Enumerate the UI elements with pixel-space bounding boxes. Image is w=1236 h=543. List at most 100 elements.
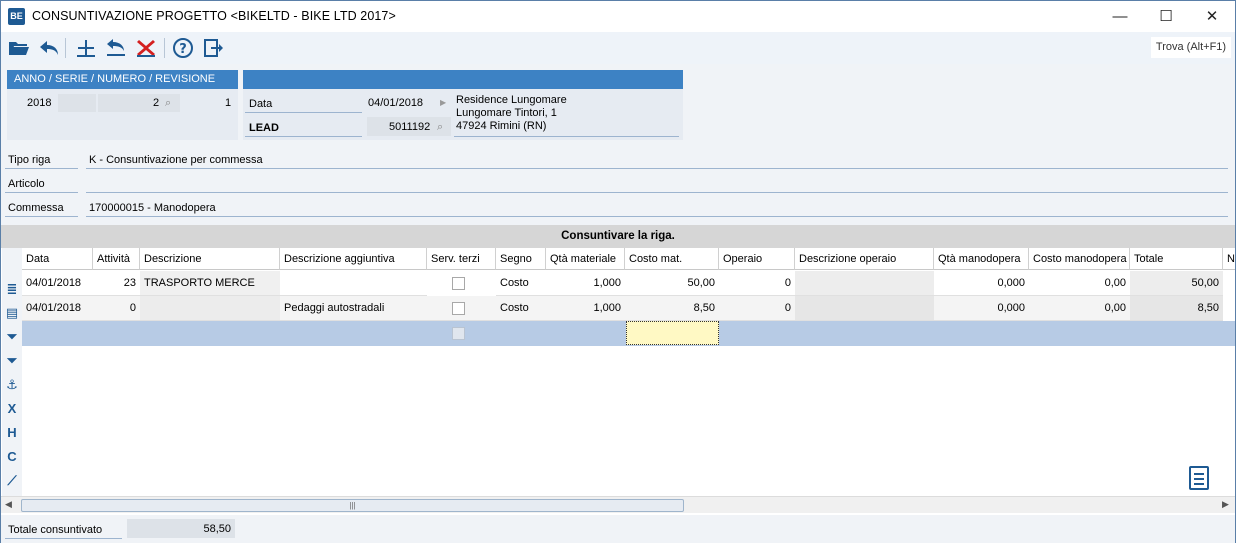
filter-add-icon[interactable]: ⏷ (4, 329, 20, 345)
cell-qta-manodopera[interactable]: 0,000 (934, 296, 1029, 321)
horizontal-scrollbar[interactable]: ◀ ||| ▶ (1, 496, 1235, 513)
serie-field[interactable] (58, 94, 96, 112)
toolbar-separator (164, 38, 165, 58)
list-line (1194, 483, 1204, 485)
cell-operaio[interactable]: 0 (719, 296, 795, 321)
lead-underline (245, 136, 362, 137)
cell-qta-materiale[interactable]: 1,000 (546, 271, 625, 296)
col-header-qta-manodopera[interactable]: Qtà manodopera (934, 248, 1029, 270)
revert-button[interactable] (103, 36, 129, 60)
field-underline (86, 168, 1228, 169)
details-list-icon[interactable] (1189, 466, 1209, 490)
cell-qta-materiale[interactable]: 1,000 (546, 296, 625, 321)
cell-data[interactable]: 04/01/2018 (22, 271, 93, 296)
close-icon: ✕ (1205, 8, 1219, 25)
field-underline (5, 168, 78, 169)
open-button[interactable] (6, 36, 32, 60)
cell-costo-mat[interactable]: 8,50 (625, 296, 719, 321)
toolbar: ? Trova (Alt+F1) (1, 32, 1235, 64)
delete-button[interactable] (133, 36, 159, 60)
x-icon[interactable]: X (4, 401, 20, 417)
revisione-field[interactable]: 1 (225, 94, 231, 112)
scroll-right-icon[interactable]: ▶ (1222, 499, 1229, 510)
col-header-costo-manodopera[interactable]: Costo manodopera (1029, 248, 1130, 270)
close-button[interactable]: ✕ (1189, 1, 1235, 32)
serv-terzi-checkbox[interactable] (452, 327, 465, 340)
help-button[interactable]: ? (170, 36, 196, 60)
address-block: Residence Lungomare Lungomare Tintori, 1… (456, 94, 567, 133)
commessa-field[interactable]: 170000015 - Manodopera (89, 202, 216, 214)
cell-descrizione-operaio (795, 271, 934, 296)
cell-segno[interactable]: Costo (496, 271, 546, 296)
col-header-descrizione-aggiuntiva[interactable]: Descrizione aggiuntiva (280, 248, 427, 270)
open-folder-icon (9, 42, 29, 55)
minimize-icon: — (1112, 8, 1128, 25)
col-header-totale[interactable]: Totale (1130, 248, 1223, 270)
add-row-button[interactable] (73, 36, 99, 60)
help-icon: ? (173, 38, 193, 58)
cell-data[interactable]: 04/01/2018 (22, 296, 93, 321)
totale-consuntivato-value: 58,50 (203, 523, 231, 535)
search-icon[interactable]: ⌕ (437, 118, 443, 136)
col-header-serv-terzi[interactable]: Serv. terzi (427, 248, 496, 270)
lead-code-value: 5011192 (389, 121, 431, 133)
col-header-n[interactable]: N (1223, 248, 1235, 270)
list-icon[interactable]: ≣ (4, 281, 20, 297)
serv-terzi-checkbox[interactable] (452, 302, 465, 315)
scrollbar-thumb[interactable]: ||| (21, 499, 684, 512)
chart-icon[interactable]: ⟋ (4, 473, 20, 489)
cell-costo-mat[interactable]: 50,00 (625, 271, 719, 296)
minimize-button[interactable]: — (1097, 1, 1143, 32)
cell-attivita[interactable]: 0 (93, 296, 140, 321)
col-header-attivita[interactable]: Attività (93, 248, 140, 270)
list-line (1194, 473, 1204, 475)
footer: Totale consuntivato 58,50 (1, 515, 1235, 543)
col-header-descrizione-operaio[interactable]: Descrizione operaio (795, 248, 934, 270)
cell-operaio[interactable]: 0 (719, 271, 795, 296)
h-icon[interactable]: H (4, 425, 20, 441)
find-button[interactable]: Trova (Alt+F1) (1151, 37, 1231, 58)
field-underline (86, 192, 1228, 193)
col-header-segno[interactable]: Segno (496, 248, 546, 270)
cell-qta-manodopera[interactable]: 0,000 (934, 271, 1029, 296)
c-icon[interactable]: C (4, 449, 20, 465)
cell-descrizione-operaio (795, 296, 934, 321)
cell-attivita[interactable]: 23 (93, 271, 140, 296)
serv-terzi-checkbox[interactable] (452, 277, 465, 290)
cell-costo-manodopera[interactable]: 0,00 (1029, 296, 1130, 321)
scroll-left-icon[interactable]: ◀ (5, 499, 12, 510)
maximize-button[interactable]: ☐ (1143, 1, 1189, 32)
address-line: Lungomare Tintori, 1 (456, 107, 557, 119)
exit-button[interactable] (200, 36, 226, 60)
cell-descrizione[interactable] (140, 296, 280, 321)
chevron-right-icon[interactable]: ▶ (440, 94, 446, 112)
cell-costo-manodopera[interactable]: 0,00 (1029, 271, 1130, 296)
cell-descrizione-aggiuntiva[interactable]: Pedaggi autostradali (280, 296, 427, 321)
data-label: Data (249, 98, 273, 110)
tipo-riga-label: Tipo riga (8, 154, 51, 166)
active-cell-costo-mat[interactable] (626, 321, 719, 345)
undo-button[interactable] (36, 36, 62, 60)
col-header-costo-mat[interactable]: Costo mat. (625, 248, 719, 270)
field-underline (5, 192, 78, 193)
maximize-icon: ☐ (1159, 8, 1173, 25)
cell-descrizione[interactable]: TRASPORTO MERCE (140, 271, 280, 296)
cell-segno[interactable]: Costo (496, 296, 546, 321)
anno-field[interactable]: 2018 (27, 94, 51, 112)
col-header-qta-materiale[interactable]: Qtà materiale (546, 248, 625, 270)
col-header-descrizione[interactable]: Descrizione (140, 248, 280, 270)
filter-icon[interactable]: ⏷ (4, 353, 20, 369)
window-title: CONSUNTIVAZIONE PROGETTO <BIKELTD - BIKE… (32, 9, 396, 23)
list-line (1194, 478, 1204, 480)
data-field[interactable]: 04/01/2018 (368, 94, 423, 112)
undo-icon (40, 41, 58, 55)
col-header-data[interactable]: Data (22, 248, 93, 270)
grid-icon[interactable]: ▤ (4, 305, 20, 321)
tipo-riga-field[interactable]: K - Consuntivazione per commessa (89, 154, 263, 166)
cell-totale: 50,00 (1130, 271, 1223, 296)
col-header-operaio[interactable]: Operaio (719, 248, 795, 270)
anchor-icon[interactable]: ⚓ (4, 377, 20, 393)
search-icon[interactable]: ⌕ (165, 94, 171, 112)
cell-descrizione-aggiuntiva[interactable] (280, 271, 427, 296)
toolbar-separator (65, 38, 66, 58)
